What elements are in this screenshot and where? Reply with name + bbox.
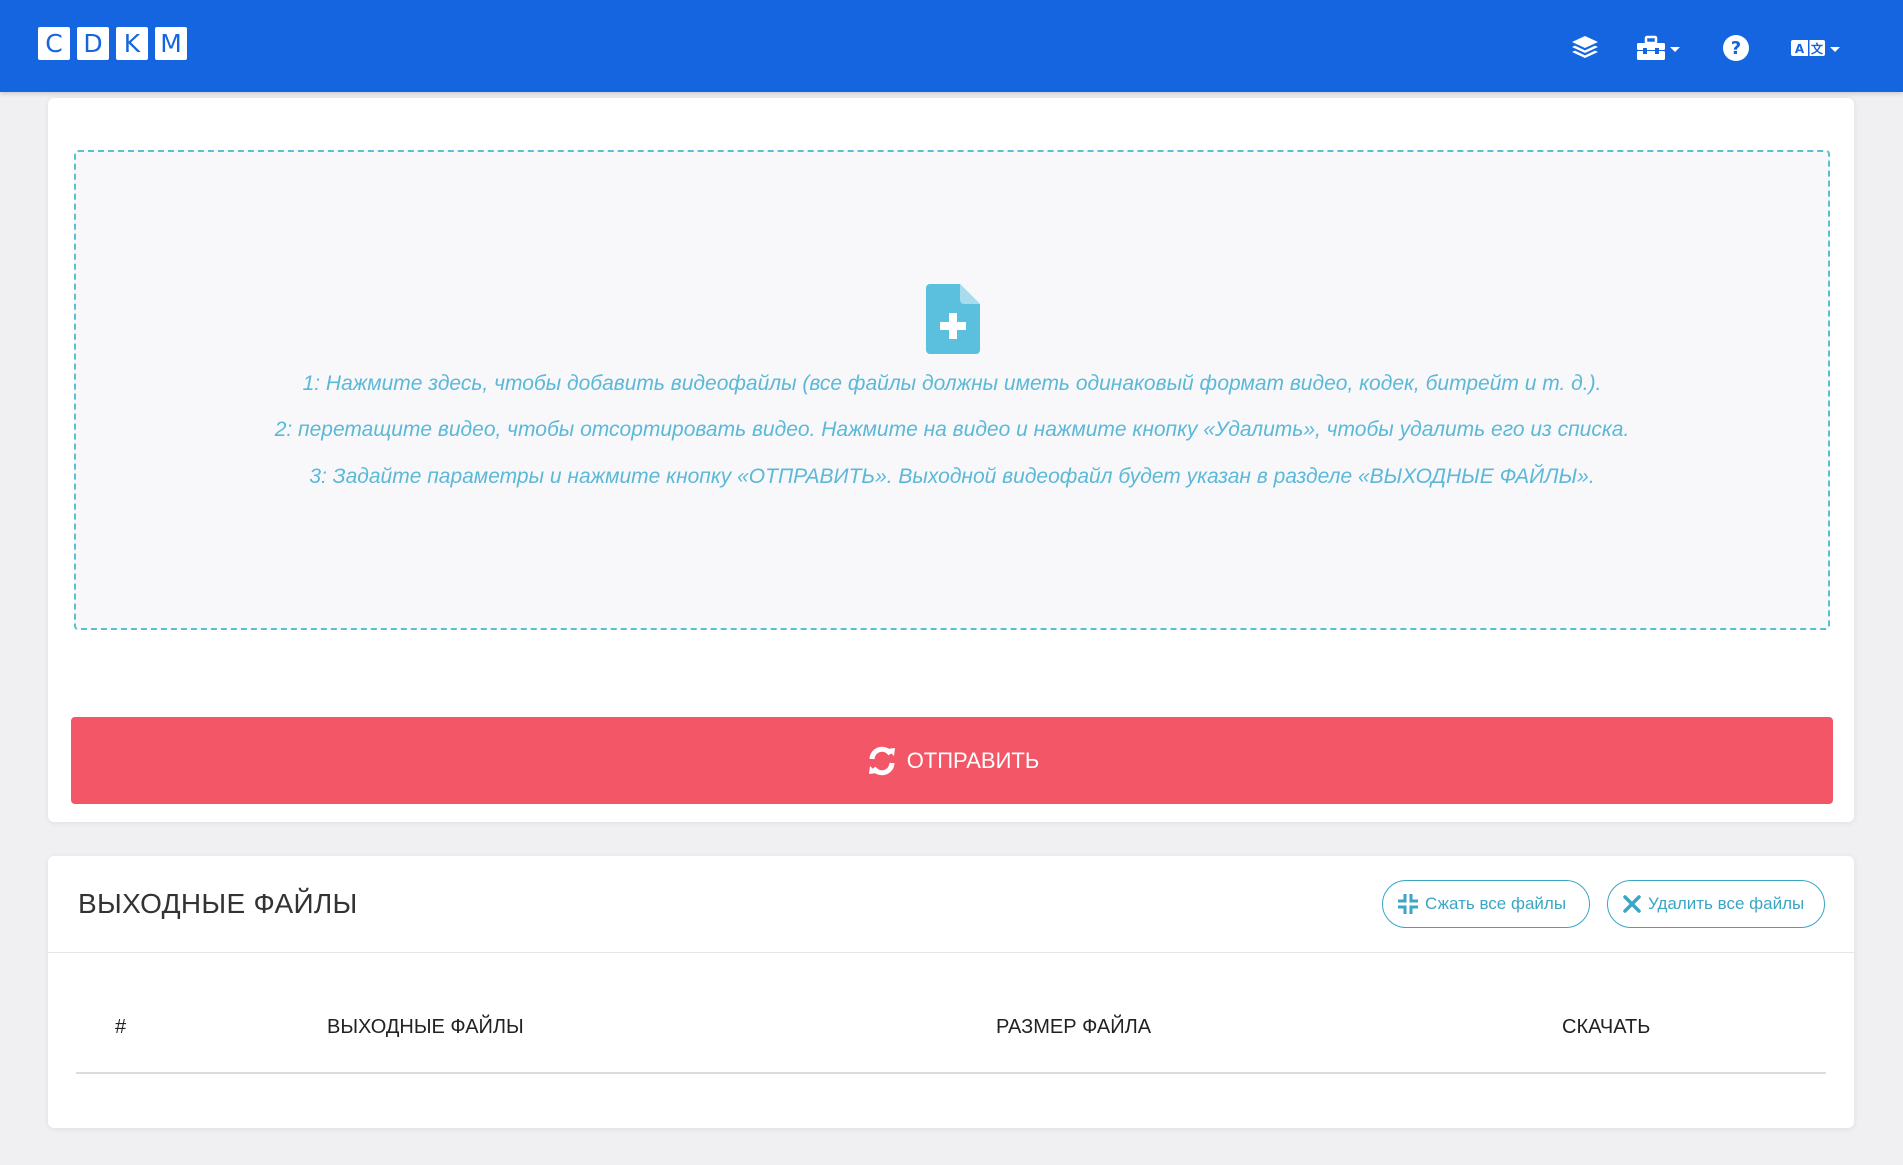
column-header-output-files: ВЫХОДНЫЕ ФАЙЛЫ	[327, 1016, 524, 1038]
instruction-line-3: 3: Задайте параметры и нажмите кнопку «О…	[309, 465, 1595, 488]
file-dropzone[interactable]: 1: Нажмите здесь, чтобы добавить видеофа…	[74, 150, 1830, 630]
top-navbar: C D K M ? A 文	[0, 0, 1903, 92]
delete-all-label: Удалить все файлы	[1648, 894, 1805, 913]
table-header-divider	[76, 1072, 1826, 1074]
language-icon: A 文	[1790, 38, 1826, 58]
logo-letter: K	[116, 27, 148, 60]
column-header-file-size: РАЗМЕР ФАЙЛА	[996, 1016, 1152, 1038]
svg-text:文: 文	[1811, 41, 1824, 56]
file-plus-icon	[926, 284, 980, 359]
column-header-download: СКАЧАТЬ	[1562, 1016, 1651, 1038]
output-files-card: ВЫХОДНЫЕ ФАЙЛЫ Сжать все файлы Удалить в…	[48, 856, 1854, 1128]
svg-text:?: ?	[1731, 38, 1741, 59]
logo[interactable]: C D K M	[38, 27, 187, 60]
chevron-down-icon	[1670, 46, 1680, 52]
instruction-line-2: 2: перетащите видео, чтобы отсортировать…	[274, 418, 1630, 441]
logo-letter: C	[38, 27, 70, 60]
compress-all-label: Сжать все файлы	[1425, 894, 1567, 913]
instruction-line-1: 1: Нажмите здесь, чтобы добавить видеофа…	[302, 372, 1602, 395]
close-icon	[1622, 894, 1642, 914]
layers-icon[interactable]	[1570, 28, 1600, 68]
submit-label: ОТПРАВИТЬ	[906, 747, 1040, 773]
divider	[48, 952, 1854, 953]
output-title: ВЫХОДНЫЕ ФАЙЛЫ	[78, 888, 358, 919]
column-header-index: #	[115, 1016, 127, 1038]
chevron-down-icon	[1830, 46, 1840, 52]
svg-text:A: A	[1795, 42, 1805, 56]
logo-letter: D	[77, 27, 109, 60]
language-dropdown[interactable]: A 文	[1790, 28, 1840, 68]
toolbox-dropdown[interactable]	[1636, 28, 1680, 68]
upload-card: 1: Нажмите здесь, чтобы добавить видеофа…	[48, 98, 1854, 822]
sync-icon	[865, 744, 899, 778]
submit-button[interactable]: ОТПРАВИТЬ	[71, 717, 1833, 804]
delete-all-button[interactable]: Удалить все файлы	[1607, 880, 1825, 928]
logo-letter: M	[155, 27, 187, 60]
compress-all-button[interactable]: Сжать все файлы	[1382, 880, 1590, 928]
help-icon[interactable]: ?	[1722, 28, 1750, 68]
toolbox-icon	[1636, 35, 1666, 61]
compress-icon	[1397, 893, 1419, 915]
